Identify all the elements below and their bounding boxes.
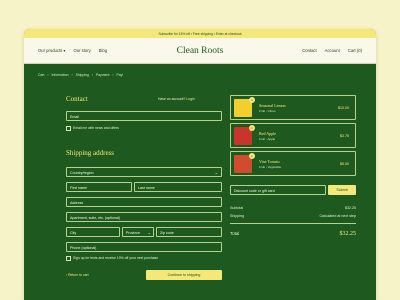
shipping-value: Calculated at next step xyxy=(319,214,356,218)
shipping-title: Shipping address xyxy=(66,149,115,157)
item-price: $5.50 xyxy=(340,162,349,166)
item-subtitle: Fruit - Vegetable xyxy=(259,164,282,169)
breadcrumb-pay[interactable]: Pay! xyxy=(117,73,124,77)
sms-opt-label: Sign up for texts and receive 10% off yo… xyxy=(73,256,159,260)
breadcrumb-separator: › xyxy=(71,73,73,77)
phone-field[interactable]: Phone (optional) xyxy=(66,242,222,252)
nav-account[interactable]: Account xyxy=(325,48,340,53)
email-field[interactable]: Email xyxy=(66,111,222,121)
submit-discount-button[interactable]: Submit xyxy=(328,185,356,195)
breadcrumb-shipping[interactable]: Shipping xyxy=(76,73,89,77)
divider xyxy=(230,223,356,224)
item-title: Seasonal Lemon xyxy=(259,103,286,108)
subtotal-row: Subtotal $32.25 xyxy=(230,206,356,210)
item-title: Red Apple xyxy=(259,131,276,136)
continue-to-shipping-button[interactable]: Continue to shipping xyxy=(146,270,222,280)
city-field[interactable]: City xyxy=(66,227,120,237)
sms-opt-checkbox[interactable] xyxy=(66,256,71,261)
last-name-field[interactable]: Last name xyxy=(134,182,222,192)
subtotal-value: $32.25 xyxy=(345,206,356,210)
breadcrumb-cart[interactable]: Cart xyxy=(38,73,44,77)
quantity-badge: 1 xyxy=(249,125,255,131)
quantity-badge: 1 xyxy=(249,153,255,159)
checkout-window: Subscribe for 15% off • Free shipping • … xyxy=(24,29,376,300)
country-select[interactable]: Country/region ⌄ xyxy=(66,167,222,177)
nav-contact[interactable]: Contact xyxy=(302,48,316,53)
promo-banner: Subscribe for 15% off • Free shipping • … xyxy=(24,29,376,38)
breadcrumb-payment[interactable]: Payment xyxy=(96,73,109,77)
item-subtitle: Fruit - Citrus xyxy=(259,108,276,113)
apartment-field[interactable]: Apartment, suite, etc. (optional) xyxy=(66,212,222,222)
promo-banner-text: Subscribe for 15% off • Free shipping • … xyxy=(158,31,242,36)
province-select-value: Province xyxy=(126,230,140,235)
total-value: $32.25 xyxy=(339,231,357,237)
breadcrumb-separator: › xyxy=(112,73,114,77)
email-opt-checkbox[interactable] xyxy=(66,126,71,131)
breadcrumb-separator: › xyxy=(91,73,93,77)
breadcrumb: Cart › Information › Shipping › Payment … xyxy=(38,73,123,77)
zip-field[interactable]: Zip code xyxy=(156,227,222,237)
total-row: Total $32.25 xyxy=(230,231,356,237)
item-title: Vine Tomato xyxy=(259,159,280,164)
chevron-down-icon: ⌄ xyxy=(214,169,218,175)
province-select[interactable]: Province ⌄ xyxy=(122,227,154,237)
return-to-cart-link[interactable]: ‹ Return to cart xyxy=(66,273,89,277)
cart-item: 1 Seasonal Lemon Fruit - Citrus $10.00 xyxy=(230,95,356,120)
address-field[interactable]: Address xyxy=(66,197,222,207)
item-price: $3.75 xyxy=(340,134,349,138)
item-price: $10.00 xyxy=(338,106,349,110)
country-select-value: Country/region xyxy=(70,170,94,175)
breadcrumb-information[interactable]: Information xyxy=(52,73,69,77)
quantity-badge: 1 xyxy=(249,97,255,103)
discount-field[interactable]: Discount code or gift card xyxy=(230,185,326,195)
login-link[interactable]: Login xyxy=(186,97,194,101)
breadcrumb-separator: › xyxy=(47,73,49,77)
top-navigation: Our products ▾ Our story Blog Clean Root… xyxy=(24,38,376,64)
shipping-row: Shipping Calculated at next step xyxy=(230,214,356,218)
cart-item: 1 Red Apple Fruit - Apple $3.75 xyxy=(230,123,356,148)
item-subtitle: Fruit - Apple xyxy=(259,136,276,141)
shipping-label: Shipping xyxy=(230,214,244,218)
contact-title: Contact xyxy=(66,95,88,103)
total-label: Total xyxy=(230,231,240,236)
have-account-text: Have an account? xyxy=(158,97,186,101)
subtotal-label: Subtotal xyxy=(230,206,244,210)
nav-cart[interactable]: Cart (0) xyxy=(348,48,362,53)
cart-item: 1 Vine Tomato Fruit - Vegetable $5.50 xyxy=(230,151,356,176)
email-opt-label: Email me with news and offers xyxy=(73,126,119,130)
chevron-down-icon: ⌄ xyxy=(147,229,151,235)
first-name-field[interactable]: First name xyxy=(66,182,132,192)
